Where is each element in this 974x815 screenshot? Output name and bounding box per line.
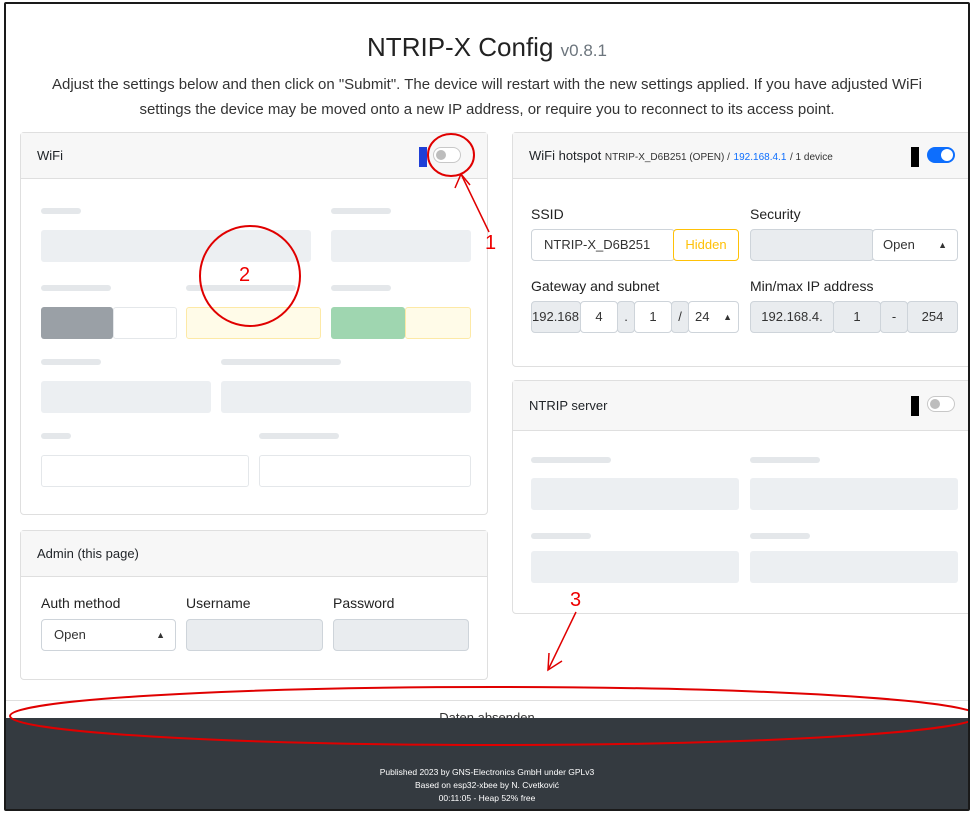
hotspot-card: WiFi hotspot NTRIP-X_D6B251 (OPEN) / 192… <box>512 132 968 367</box>
annotation-arrow-3-head <box>547 652 563 672</box>
username-label-placeholder <box>531 533 591 539</box>
admin-username-label: Username <box>186 595 251 611</box>
admin-password-input[interactable] <box>333 619 469 651</box>
security-label: Security <box>750 206 801 222</box>
annotation-label-3: 3 <box>570 589 582 611</box>
gateway-label-placeholder <box>221 359 341 365</box>
hotspot-ssid-info: NTRIP-X_D6B251 (OPEN) / <box>604 152 730 163</box>
gateway-prefix: 192.168. <box>531 301 583 333</box>
dhcp-button-disabled[interactable] <box>331 307 405 339</box>
wifi-card-header: WiFi <box>21 133 487 179</box>
hotspot-toggle-marker <box>911 147 919 167</box>
title-text: NTRIP-X Config <box>367 32 554 62</box>
instructions-line-2: settings the device may be moved onto a … <box>139 101 835 118</box>
dns-disabled[interactable] <box>41 455 249 487</box>
mountpoint-field-disabled[interactable] <box>750 478 958 510</box>
hotspot-enable-toggle[interactable] <box>927 147 955 163</box>
password-label-placeholder <box>750 533 810 539</box>
admin-card-header: Admin (this page) <box>21 531 487 577</box>
hotspot-card-title: WiFi hotspot <box>529 148 602 163</box>
minmax-label: Min/max IP address <box>750 278 874 294</box>
mountpoint-label-placeholder <box>750 457 820 463</box>
admin-password-label: Password <box>333 595 395 611</box>
hotspot-card-header: WiFi hotspot NTRIP-X_D6B251 (OPEN) / 192… <box>513 133 968 179</box>
ssid-label: SSID <box>531 206 564 222</box>
dns-label-placeholder <box>41 433 71 439</box>
max-ip-input[interactable]: 254 <box>907 301 958 333</box>
ntrip-card-header: NTRIP server <box>513 381 968 431</box>
footer: Published 2023 by GNS-Electronics GmbH u… <box>6 718 968 809</box>
backup-dns-label-placeholder <box>259 433 339 439</box>
hotspot-device-count: / 1 device <box>790 152 833 163</box>
select-arrows-icon: ▲︎ <box>938 240 947 250</box>
footer-status: 00:11:05 - Heap 52% free <box>438 793 536 803</box>
static-button-disabled[interactable] <box>405 307 471 339</box>
hotspot-select-disabled[interactable] <box>186 307 321 339</box>
scan-fast-disabled[interactable] <box>41 307 113 339</box>
wifi-card: WiFi <box>20 132 488 515</box>
password-field-disabled[interactable] <box>331 230 471 262</box>
footer-based-on: Based on esp32-xbee by N. Cvetković <box>414 780 560 790</box>
ip-address-disabled[interactable] <box>41 381 211 413</box>
admin-card-title: Admin (this page) <box>37 546 139 561</box>
wifi-card-title: WiFi <box>37 148 63 163</box>
minmax-prefix: 192.168.4. <box>750 301 834 333</box>
admin-username-input[interactable] <box>186 619 323 651</box>
ntrip-toggle-marker <box>911 396 919 416</box>
ntrip-card-title: NTRIP server <box>529 398 608 413</box>
instructions-line-1: Adjust the settings below and then click… <box>52 76 922 93</box>
subnet-select[interactable]: 24 ▲︎ <box>688 301 739 333</box>
config-page: NTRIP-X Config v0.8.1 Adjust the setting… <box>4 2 970 811</box>
security-select-value: Open <box>883 237 915 252</box>
select-arrows-icon: ▲︎ <box>723 312 732 322</box>
wifi-enable-toggle[interactable] <box>433 147 461 163</box>
gateway-disabled[interactable] <box>221 381 471 413</box>
host-label-placeholder <box>531 457 611 463</box>
admin-card: Admin (this page) Auth method Open ▲︎ Us… <box>20 530 488 680</box>
ntrip-username-disabled[interactable] <box>531 551 739 583</box>
page-title: NTRIP-X Config v0.8.1 <box>6 32 968 63</box>
gateway-label: Gateway and subnet <box>531 278 660 294</box>
wifi-toggle-marker <box>419 147 427 167</box>
select-arrows-icon: ▲︎ <box>156 630 165 640</box>
ntrip-server-card: NTRIP server <box>512 380 968 614</box>
password-label-placeholder <box>331 208 391 214</box>
scan-mode-label-placeholder <box>41 285 111 291</box>
subnet-select-value: 24 <box>695 309 710 324</box>
annotation-label-1: 1 <box>485 232 497 254</box>
security-select[interactable]: Open ▲︎ <box>872 229 958 261</box>
auth-method-label: Auth method <box>41 595 121 611</box>
ntrip-enable-toggle[interactable] <box>927 396 955 412</box>
footer-published: Published 2023 by GNS-Electronics GmbH u… <box>379 767 595 777</box>
ssid-label-placeholder <box>41 208 81 214</box>
annotation-arrow-3-line <box>547 611 577 671</box>
gateway-slash: / <box>671 301 689 333</box>
gateway-dot: . <box>617 301 635 333</box>
instructions: Adjust the settings below and then click… <box>6 72 968 122</box>
version-label: v0.8.1 <box>560 41 607 60</box>
gateway-octet3-input[interactable]: 4 <box>580 301 618 333</box>
backup-dns-disabled[interactable] <box>259 455 471 487</box>
hidden-toggle-button[interactable]: Hidden <box>673 229 739 261</box>
ip-config-label-placeholder <box>331 285 391 291</box>
host-field-disabled[interactable] <box>531 478 739 510</box>
auth-method-value: Open <box>54 627 86 642</box>
ssid-input[interactable]: NTRIP-X_D6B251 <box>531 229 675 261</box>
scan-full-disabled[interactable] <box>113 307 177 339</box>
gateway-octet4-input[interactable]: 1 <box>634 301 672 333</box>
security-password-field[interactable] <box>750 229 874 261</box>
auth-method-select[interactable]: Open ▲︎ <box>41 619 176 651</box>
ntrip-password-disabled[interactable] <box>750 551 958 583</box>
annotation-label-2: 2 <box>239 264 251 286</box>
ip-address-label-placeholder <box>41 359 101 365</box>
minmax-separator: - <box>880 301 908 333</box>
min-ip-input[interactable]: 1 <box>833 301 881 333</box>
ssid-field-disabled[interactable] <box>41 230 311 262</box>
hotspot-ip-link[interactable]: 192.168.4.1 <box>734 152 787 163</box>
